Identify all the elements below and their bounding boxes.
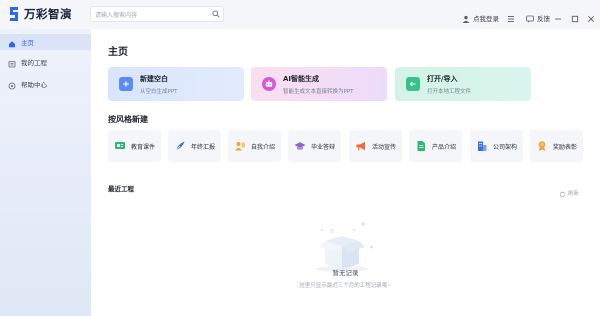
card-title: 打开/导入 [427, 74, 458, 83]
recent-projects-title: 最近工程 [108, 185, 134, 193]
card-title: 新建空白 [140, 74, 168, 83]
sidebar-item-help[interactable]: 帮助中心 [0, 76, 91, 92]
style-card-graduation[interactable]: 毕业答辩 [288, 130, 341, 162]
search-box[interactable]: 请输入搜索内容 [90, 6, 224, 22]
feedback-button[interactable]: 反馈 [526, 8, 550, 27]
minimize-icon[interactable] [553, 9, 563, 20]
sidebar-item-label: 主页 [21, 39, 34, 47]
ai-generate-card[interactable]: AI智能生成 智能生成文本直接转换为PPT [251, 67, 387, 101]
empty-state-subtitle: 这里只显示最近三个月的工程记录哦~ [299, 283, 392, 289]
style-section-title: 按风格新建 [108, 115, 148, 124]
help-icon [8, 75, 16, 94]
title-bar: 万彩智演 请输入搜索内容 点我登录 反馈 [0, 0, 600, 29]
refresh-label: 刷新 [568, 190, 580, 197]
close-icon[interactable] [586, 9, 596, 23]
page-title: 主页 [108, 47, 128, 58]
style-card-product[interactable]: 产品介绍 [409, 130, 462, 162]
style-label: 教育课件 [131, 143, 156, 151]
style-label: 产品介绍 [432, 143, 457, 151]
style-card-company[interactable]: 公司架构 [470, 130, 523, 162]
style-card-annual-report[interactable]: 年终汇报 [168, 130, 221, 162]
style-card-award[interactable]: 奖励表彰 [530, 130, 583, 162]
card-title: AI智能生成 [283, 74, 320, 83]
open-import-card[interactable]: 打开/导入 打开本地工程文件 [395, 67, 531, 101]
ai-robot-icon [262, 77, 276, 91]
sidebar-item-home[interactable]: 主页 [0, 34, 91, 50]
graduation-cap-icon [294, 140, 306, 152]
style-card-education[interactable]: 教育课件 [108, 130, 161, 162]
feedback-label: 反馈 [537, 14, 550, 23]
person-card-icon [234, 140, 246, 152]
new-blank-card[interactable]: 新建空白 从空白生成PPT [108, 67, 244, 101]
search-input[interactable]: 请输入搜索内容 [95, 10, 209, 19]
maximize-icon[interactable] [570, 9, 580, 23]
login-label: 点我登录 [473, 14, 499, 23]
megaphone-icon [355, 140, 367, 152]
card-subtitle: 从空白生成PPT [140, 88, 178, 95]
home-icon [8, 33, 16, 52]
search-icon[interactable] [209, 7, 223, 21]
empty-state-title: 暂无记录 [332, 269, 359, 277]
document-icon [415, 140, 427, 152]
card-subtitle: 智能生成文本直接转换为PPT [283, 88, 354, 95]
style-label: 年终汇报 [191, 143, 216, 151]
login-button[interactable]: 点我登录 [462, 8, 499, 27]
sidebar: 主页 我的工程 帮助中心 [0, 29, 91, 316]
plus-icon [119, 77, 133, 91]
style-label: 活动宣传 [372, 143, 397, 151]
refresh-icon [559, 183, 566, 202]
import-arrow-icon [406, 77, 420, 91]
feather-icon [174, 140, 186, 152]
style-card-promotion[interactable]: 活动宣传 [349, 130, 402, 162]
feedback-icon [526, 8, 534, 27]
style-label: 奖励表彰 [553, 143, 578, 151]
building-icon [476, 140, 488, 152]
sidebar-item-label: 帮助中心 [21, 81, 47, 89]
style-card-self-intro[interactable]: 自我介绍 [228, 130, 281, 162]
user-icon [462, 8, 470, 27]
app-name: 万彩智演 [24, 7, 72, 21]
card-subtitle: 打开本地工程文件 [427, 88, 472, 95]
logo-icon [10, 7, 18, 21]
award-icon [536, 140, 548, 152]
sidebar-item-label: 我的工程 [21, 59, 47, 67]
style-label: 毕业答辩 [311, 143, 336, 151]
main-panel: 主页 新建空白 从空白生成PPT AI智能生成 智能生成文本直接转换为PPT 打… [91, 29, 600, 316]
style-label: 自我介绍 [251, 143, 276, 151]
app-logo: 万彩智演 [8, 6, 72, 22]
presentation-icon [114, 140, 126, 152]
refresh-button[interactable]: 刷新 [559, 183, 579, 202]
menu-icon[interactable] [506, 9, 516, 22]
style-label: 公司架构 [493, 143, 518, 151]
folder-icon [8, 53, 16, 72]
sidebar-item-my-projects[interactable]: 我的工程 [0, 54, 91, 70]
